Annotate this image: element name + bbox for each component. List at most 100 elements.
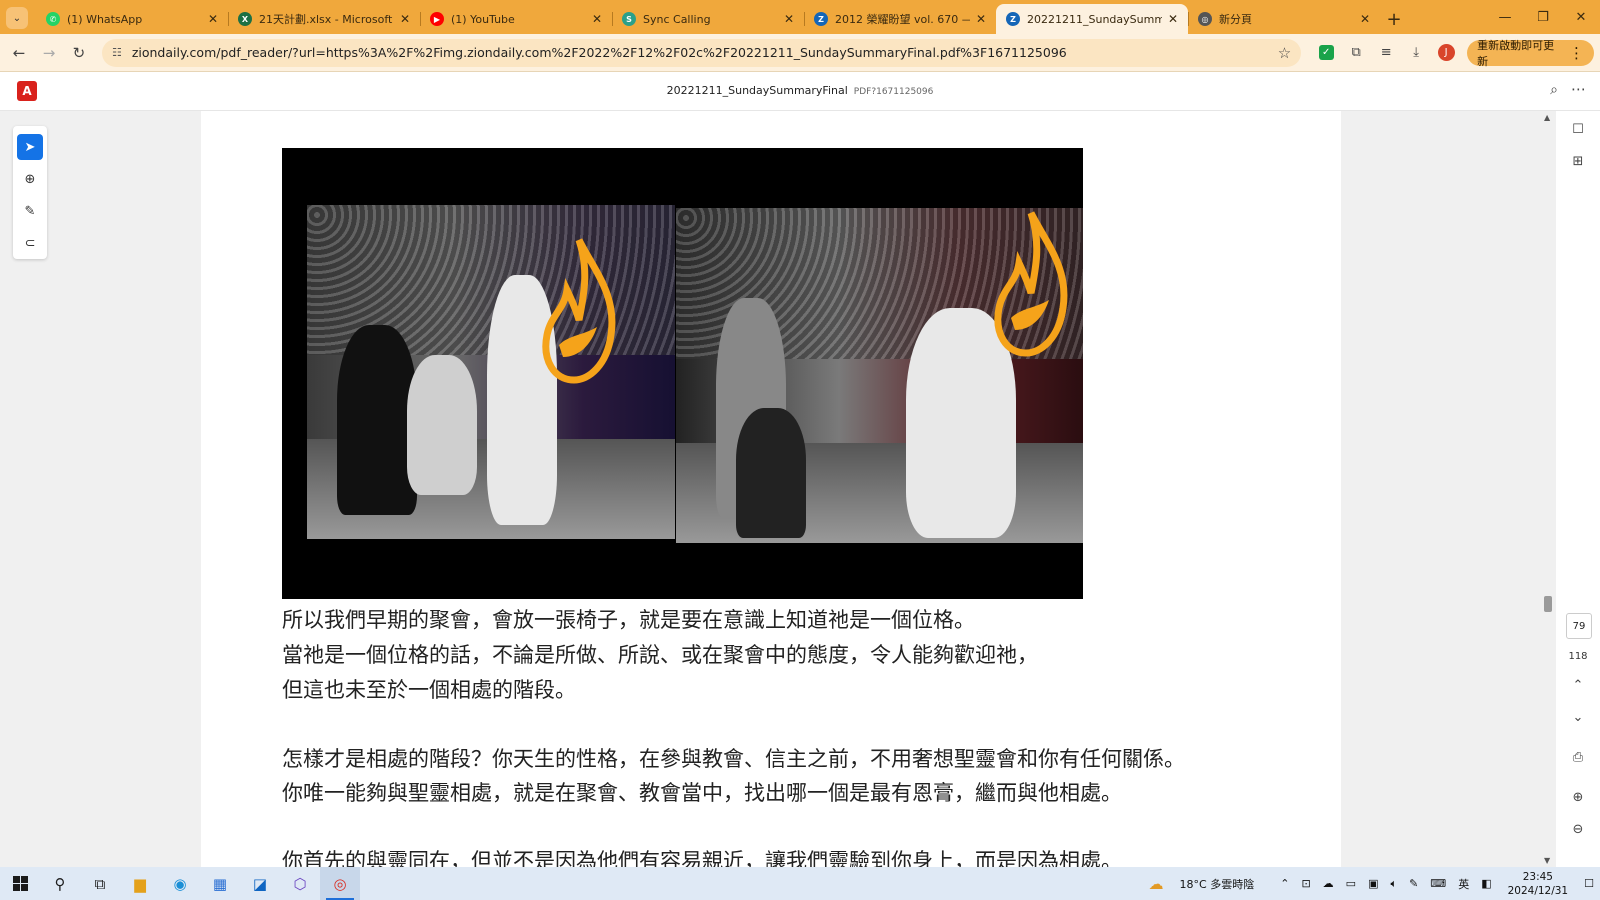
downloads-button[interactable]: ⤓ — [1401, 39, 1431, 67]
reload-button[interactable]: ↻ — [66, 40, 92, 66]
playlist-icon: ≡ — [1380, 45, 1392, 60]
photo-left — [307, 205, 675, 539]
puzzle-icon: ⧉ — [1351, 45, 1361, 60]
taskbar: ⚲ ⧉ ▆ ◉ ▦ ◪ ⬡ ◎ ☁ 18°C 多雲時陰 ⌃ ⊡ ☁ ▭ ▣ 🔈︎… — [0, 867, 1600, 900]
flame-dove-icon — [994, 211, 1068, 357]
start-button[interactable] — [0, 867, 40, 900]
ziondaily-icon: Z — [814, 12, 828, 26]
close-window-button[interactable]: ✕ — [1562, 0, 1600, 34]
browser-tab[interactable]: Z 2012 榮耀盼望 vol. 670 — 鏈接 ✕ — [804, 4, 996, 34]
weather-text: 18°C 多雲時陰 — [1179, 877, 1255, 891]
outlook-icon: ◪ — [252, 874, 268, 893]
tab-title: Sync Calling — [643, 12, 711, 26]
ime-indicator[interactable]: 英 — [1452, 876, 1475, 892]
clock-time: 23:45 — [1522, 870, 1553, 883]
select-tool-button[interactable]: ➤ — [17, 134, 43, 160]
profile-button[interactable]: J — [1431, 39, 1461, 67]
figure-person — [407, 355, 477, 495]
youtube-icon: ▶ — [430, 12, 444, 26]
extension-check-button[interactable]: ✓ — [1311, 39, 1341, 67]
browser-tab[interactable]: S Sync Calling ✕ — [612, 4, 804, 34]
page-export-icon[interactable]: ⎙ — [1568, 747, 1588, 767]
close-tab-icon[interactable]: ✕ — [590, 12, 604, 26]
copilot-button[interactable]: ⬡ — [280, 867, 320, 900]
browser-tab[interactable]: ▶ (1) YouTube ✕ — [420, 4, 612, 34]
pdf-search-icon[interactable]: ⌕ — [1550, 82, 1558, 98]
edge-icon: ◉ — [173, 874, 187, 893]
close-tab-icon[interactable]: ✕ — [1358, 12, 1372, 26]
folder-icon: ▆ — [134, 874, 146, 893]
network-icon[interactable]: ▣ — [1362, 877, 1384, 890]
more-options-icon[interactable]: ⋯ — [1571, 80, 1586, 98]
new-tab-button[interactable]: + — [1380, 4, 1408, 34]
pen-icon: ✎ — [24, 203, 36, 219]
weather-cloud-icon: ☁ — [1148, 874, 1164, 893]
thumbnails-icon[interactable]: ⊞ — [1568, 151, 1588, 171]
edge-button[interactable]: ◉ — [160, 867, 200, 900]
store-button[interactable]: ▦ — [200, 867, 240, 900]
keyboard-icon[interactable]: ⌨ — [1424, 877, 1452, 890]
close-tab-icon[interactable]: ✕ — [974, 12, 988, 26]
tab-search-button[interactable]: ⌄ — [6, 7, 28, 29]
zoom-in-icon[interactable]: ⊕ — [1568, 787, 1588, 807]
scroll-down-icon[interactable]: ▼ — [1544, 856, 1550, 865]
extensions-button[interactable]: ⧉ — [1341, 39, 1371, 67]
update-button[interactable]: 重新啟動即可更新 ⋮ — [1467, 39, 1595, 68]
ime-mode-icon[interactable]: ◧ — [1475, 877, 1497, 890]
browser-tab[interactable]: Z 20221211_SundaySummaryFinal ✕ — [996, 4, 1188, 34]
weather-widget[interactable]: ☁ 18°C 多雲時陰 — [1143, 875, 1261, 893]
browser-toolbar: ← → ↻ ☷ ziondaily.com/pdf_reader/?url=ht… — [0, 34, 1600, 72]
paragraph-line: 怎樣才是相處的階段？你天生的性格，在參與教會、信主之前，不用奢想聖靈會和你有任何… — [282, 747, 1185, 771]
pdf-page: 所以我們早期的聚會，會放一張椅子，就是要在意識上知道祂是一個位格。 當祂是一個位… — [201, 111, 1341, 867]
restore-button[interactable]: ❐ — [1524, 0, 1562, 34]
pen-menu-icon[interactable]: ✎ — [1403, 877, 1424, 890]
close-tab-icon[interactable]: ✕ — [1166, 12, 1180, 26]
clock[interactable]: 23:45 2024/12/31 — [1498, 870, 1579, 898]
address-bar[interactable]: ☷ ziondaily.com/pdf_reader/?url=https%3A… — [101, 38, 1302, 67]
back-button[interactable]: ← — [6, 40, 32, 66]
close-tab-icon[interactable]: ✕ — [782, 12, 796, 26]
toolbar-actions: ✓ ⧉ ≡ ⤓ J 重新啟動即可更新 ⋮ — [1311, 39, 1595, 68]
volume-icon[interactable]: 🔈︎ — [1384, 877, 1403, 891]
pdf-viewer: ➤ ⊕ ✎ ⊂ 所以我們早期的聚會，會放一張椅子，就是要在意識上知道祂是一個位格… — [0, 111, 1600, 867]
tab-title: (1) YouTube — [451, 12, 515, 26]
meet-now-icon[interactable]: ⊡ — [1295, 877, 1316, 890]
close-tab-icon[interactable]: ✕ — [398, 12, 412, 26]
bookmark-star-icon[interactable]: ☆ — [1278, 44, 1291, 62]
browser-tab[interactable]: ✆ (1) WhatsApp ✕ — [36, 4, 228, 34]
task-view-button[interactable]: ⧉ — [80, 867, 120, 900]
search-button[interactable]: ⚲ — [40, 867, 80, 900]
paragraph-line: 當祂是一個位格的話，不論是所做、所說、或在聚會中的態度，令人能夠歡迎祂， — [282, 643, 1038, 667]
site-info-icon[interactable]: ☷ — [112, 46, 122, 59]
close-tab-icon[interactable]: ✕ — [206, 12, 220, 26]
lasso-tool-button[interactable]: ⊂ — [17, 230, 43, 256]
battery-icon[interactable]: ▭ — [1340, 877, 1362, 890]
url-text[interactable]: ziondaily.com/pdf_reader/?url=https%3A%2… — [132, 45, 1278, 60]
chrome-icon: ◎ — [333, 874, 347, 893]
forward-button[interactable]: → — [36, 40, 62, 66]
next-page-icon[interactable]: ⌄ — [1568, 707, 1588, 727]
media-control-button[interactable]: ≡ — [1371, 39, 1401, 67]
copilot-icon: ⬡ — [293, 874, 307, 893]
minimize-button[interactable]: — — [1486, 0, 1524, 34]
vertical-scrollbar[interactable]: ▲ ▼ — [1540, 111, 1556, 867]
browser-tab[interactable]: X 21天計劃.xlsx - Microsoft Excel ✕ — [228, 4, 420, 34]
comments-icon[interactable]: ☐ — [1568, 119, 1588, 139]
notifications-icon[interactable]: ☐ — [1578, 877, 1600, 890]
file-explorer-button[interactable]: ▆ — [120, 867, 160, 900]
scroll-thumb[interactable] — [1544, 596, 1552, 612]
browser-tab[interactable]: ◎ 新分頁 ✕ — [1188, 4, 1380, 34]
comment-tool-button[interactable]: ⊕ — [17, 166, 43, 192]
whatsapp-icon: ✆ — [46, 12, 60, 26]
onedrive-icon[interactable]: ☁ — [1317, 877, 1340, 890]
draw-tool-button[interactable]: ✎ — [17, 198, 43, 224]
chrome-button[interactable]: ◎ — [320, 867, 360, 900]
zoom-out-icon[interactable]: ⊖ — [1568, 819, 1588, 839]
tab-title: 21天計劃.xlsx - Microsoft Excel — [259, 13, 394, 26]
outlook-button[interactable]: ◪ — [240, 867, 280, 900]
show-hidden-icons[interactable]: ⌃ — [1274, 877, 1295, 890]
scroll-up-icon[interactable]: ▲ — [1544, 113, 1550, 122]
current-page-input[interactable]: 79 — [1566, 613, 1592, 639]
sync-calling-icon: S — [622, 12, 636, 26]
previous-page-icon[interactable]: ⌃ — [1568, 675, 1588, 695]
